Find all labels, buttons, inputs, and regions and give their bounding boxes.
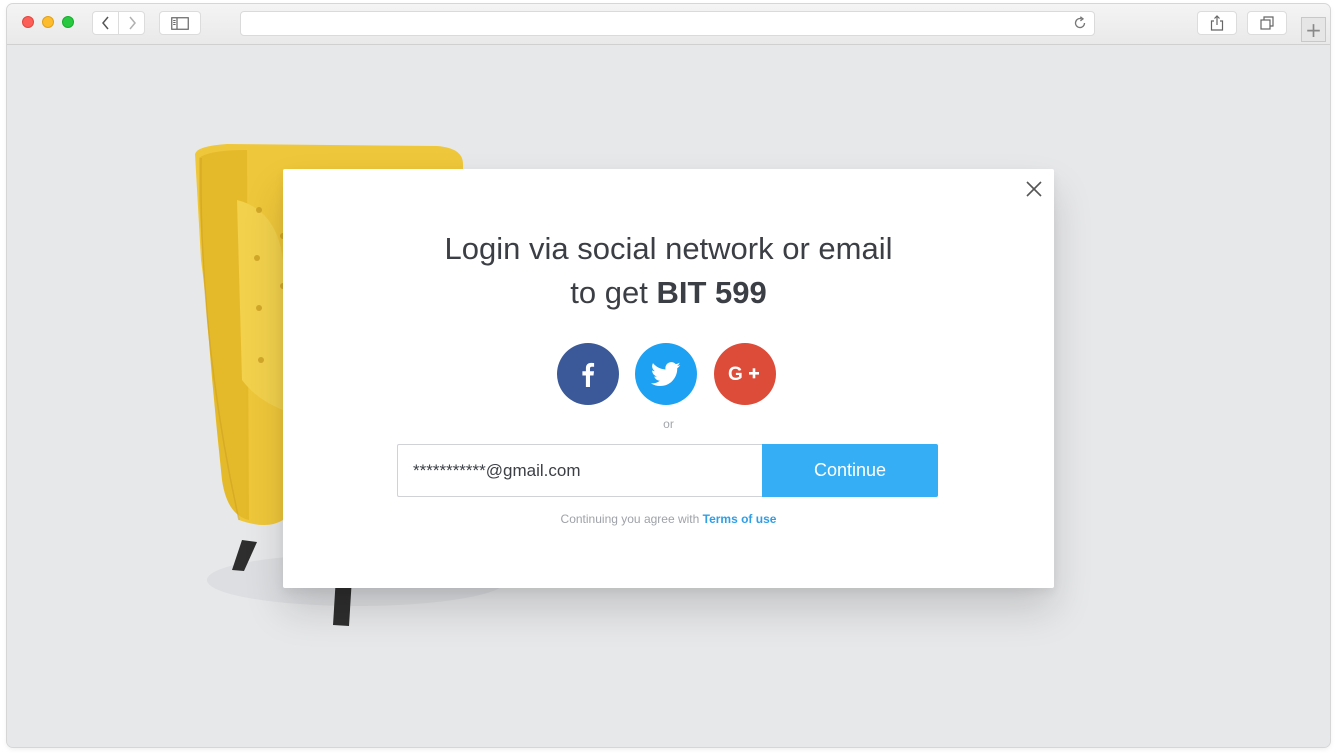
email-input[interactable] xyxy=(397,444,762,497)
twitter-icon xyxy=(651,361,681,386)
page-content: Login via social network or email to get… xyxy=(7,45,1330,747)
tabs-icon xyxy=(1260,16,1274,30)
back-button[interactable] xyxy=(92,11,119,35)
window-close-button[interactable] xyxy=(22,16,34,28)
title-line-2: to get BIT 599 xyxy=(283,271,1054,315)
show-tabs-button[interactable] xyxy=(1247,11,1287,35)
terms-notice: Continuing you agree with Terms of use xyxy=(283,512,1054,526)
login-modal: Login via social network or email to get… xyxy=(283,169,1054,588)
window-zoom-button[interactable] xyxy=(62,16,74,28)
new-tab-button[interactable]: + xyxy=(1301,17,1326,42)
facebook-login-button[interactable] xyxy=(557,343,619,405)
google-plus-login-button[interactable]: G xyxy=(714,343,776,405)
window-minimize-button[interactable] xyxy=(42,16,54,28)
plus-icon: + xyxy=(1305,17,1322,42)
google-plus-icon: G xyxy=(728,364,759,385)
title-highlight: BIT 599 xyxy=(656,275,767,310)
share-button[interactable] xyxy=(1197,11,1237,35)
or-divider: or xyxy=(663,417,674,431)
share-icon xyxy=(1210,15,1224,31)
sidebar-button[interactable] xyxy=(159,11,201,35)
terms-prefix: Continuing you agree with xyxy=(560,512,703,526)
svg-text:G: G xyxy=(728,364,743,385)
close-icon[interactable] xyxy=(1024,179,1044,199)
sidebar-icon xyxy=(171,16,189,30)
twitter-login-button[interactable] xyxy=(635,343,697,405)
title-line-1: Login via social network or email xyxy=(444,231,893,266)
history-nav xyxy=(92,11,146,35)
forward-button[interactable] xyxy=(118,11,145,35)
title-prefix: to get xyxy=(570,275,657,310)
browser-toolbar: + xyxy=(7,4,1330,45)
continue-button[interactable]: Continue xyxy=(762,444,938,497)
terms-of-use-link[interactable]: Terms of use xyxy=(703,512,777,526)
address-bar[interactable] xyxy=(240,11,1095,36)
forward-icon xyxy=(128,16,136,30)
reload-icon[interactable] xyxy=(1072,15,1088,31)
facebook-icon xyxy=(582,362,595,387)
modal-title: Login via social network or email to get… xyxy=(283,227,1054,315)
back-icon xyxy=(101,16,109,30)
social-login-buttons: G xyxy=(557,343,777,405)
browser-window: + Login via social network or email to g… xyxy=(7,4,1330,747)
